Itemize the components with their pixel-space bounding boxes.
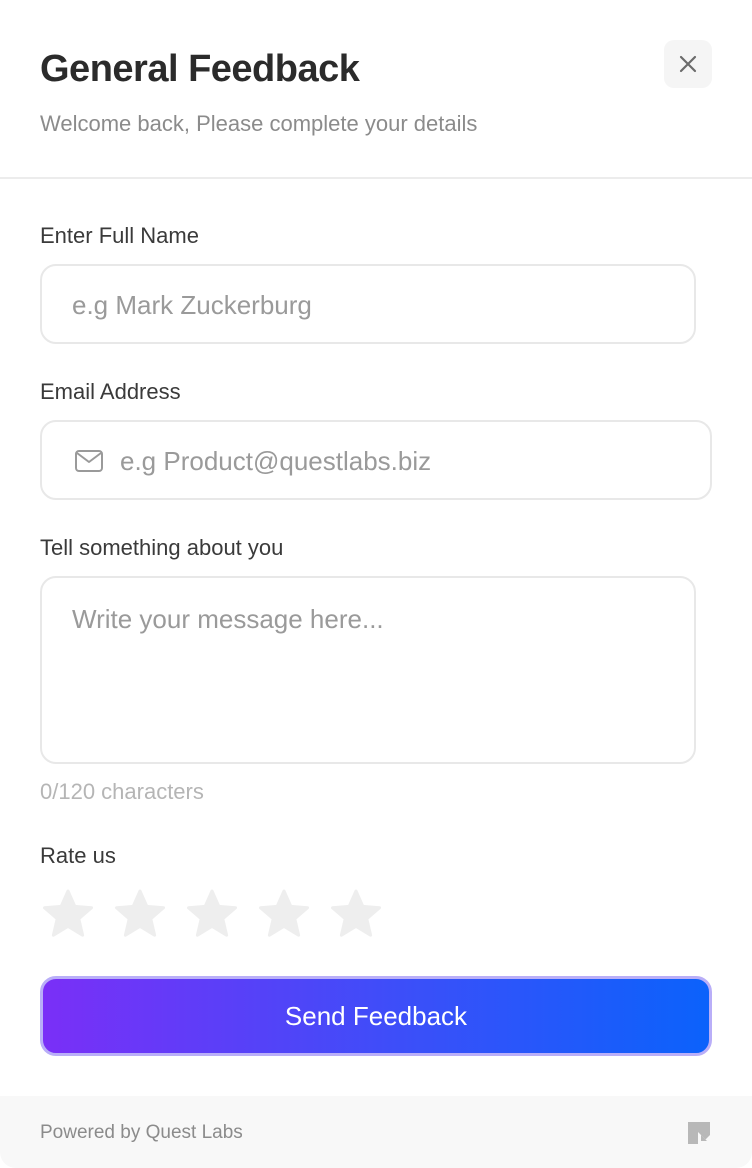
message-textarea[interactable] [72,602,662,742]
star-icon[interactable] [184,887,240,943]
character-count: 0/120 characters [40,779,204,804]
close-icon [679,55,697,73]
full-name-input[interactable] [72,288,662,322]
star-icon[interactable] [112,887,168,943]
send-feedback-button[interactable]: Send Feedback [40,976,712,1056]
rate-us-label: Rate us [40,843,116,868]
modal-footer: Powered by Quest Labs [0,1096,752,1168]
full-name-label: Enter Full Name [40,223,199,248]
email-field[interactable] [40,420,712,500]
feedback-modal: General Feedback Welcome back, Please co… [0,0,752,1168]
close-button[interactable] [664,40,712,88]
email-label: Email Address [40,379,181,404]
modal-subtitle: Welcome back, Please complete your detai… [40,111,478,136]
email-input[interactable] [120,444,680,478]
about-label: Tell something about you [40,535,284,560]
modal-title: General Feedback [40,48,360,90]
quest-logo-icon [688,1122,710,1144]
mail-icon [75,450,103,472]
star-icon[interactable] [40,887,96,943]
star-icon[interactable] [256,887,312,943]
powered-by-text: Powered by Quest Labs [40,1122,243,1143]
modal-header: General Feedback Welcome back, Please co… [0,0,752,179]
full-name-field[interactable] [40,264,696,344]
star-icon[interactable] [328,887,384,943]
message-field[interactable] [40,576,696,764]
